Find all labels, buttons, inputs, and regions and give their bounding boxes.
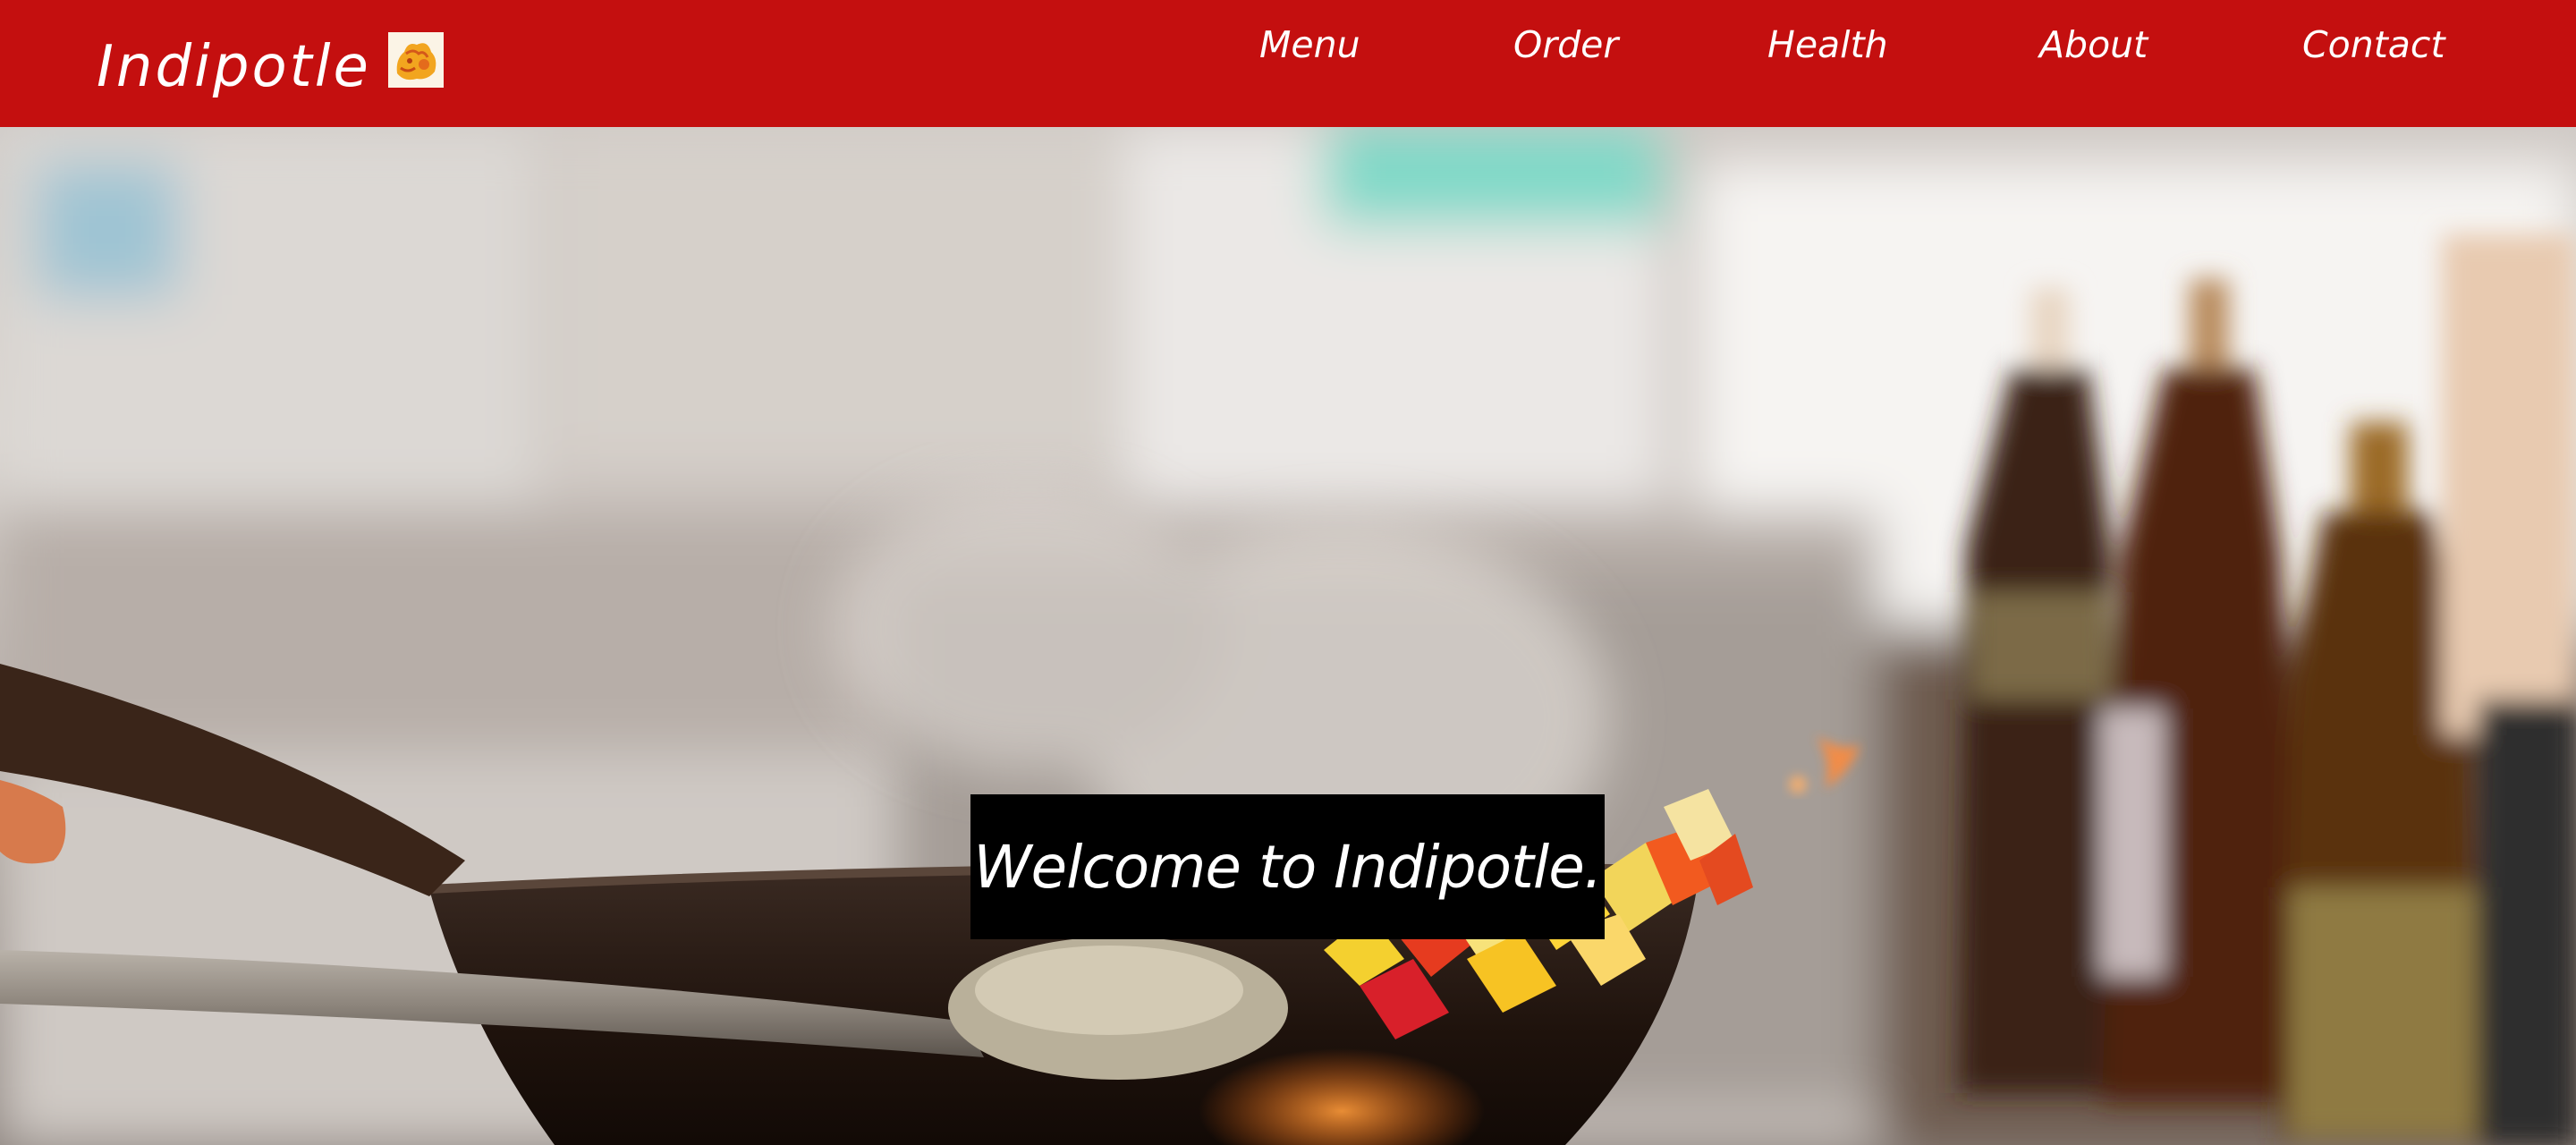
- nav-item-contact[interactable]: Contact: [2302, 23, 2445, 66]
- nav-item-about[interactable]: About: [2039, 23, 2148, 66]
- chef-logo-icon[interactable]: [388, 32, 444, 88]
- nav-links: Menu Order Health About Contact: [1145, 0, 2576, 98]
- welcome-text: Welcome to Indipotle.: [973, 832, 1603, 902]
- hero-banner: Welcome to Indipotle.: [0, 127, 2576, 1145]
- brand-name[interactable]: Indipotle: [97, 38, 371, 96]
- nav-item-menu[interactable]: Menu: [1259, 23, 1360, 66]
- welcome-banner: Welcome to Indipotle.: [970, 794, 1605, 939]
- brand[interactable]: Indipotle: [97, 27, 444, 107]
- kitchen-wok-photo: [0, 127, 2576, 1145]
- navbar: Indipotle Menu Order Health About Contac…: [0, 0, 2576, 127]
- nav-item-order[interactable]: Order: [1513, 23, 1618, 66]
- nav-item-health[interactable]: Health: [1767, 23, 1888, 66]
